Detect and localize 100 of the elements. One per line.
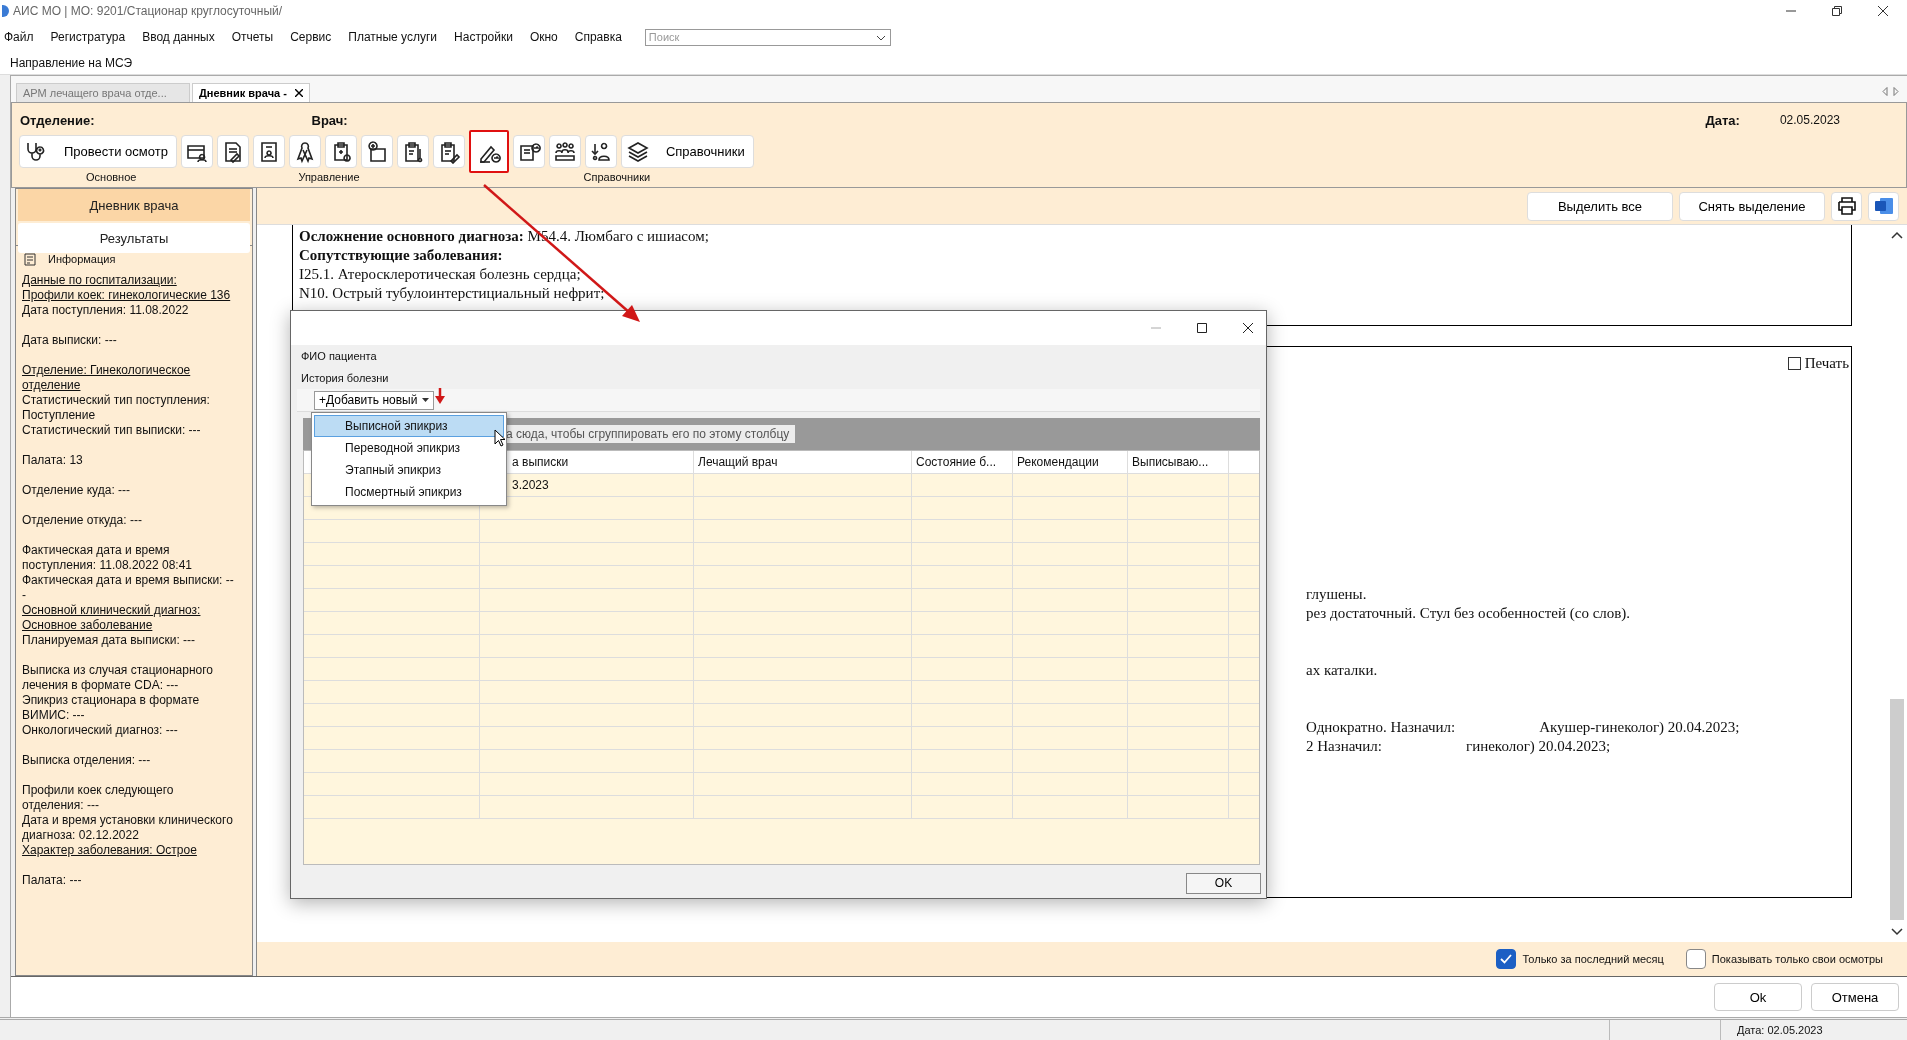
info-text: Дата выписки: --- xyxy=(22,333,118,348)
column-header[interactable]: Выписываю... xyxy=(1128,451,1229,473)
arrow xyxy=(435,388,445,404)
chevron-down-icon xyxy=(875,34,886,41)
referral-button[interactable]: Направление на МСЭ xyxy=(0,56,133,70)
info-text: Фактическая дата и время поступления: 11.08.2022 08:41 xyxy=(22,543,193,573)
column-header[interactable]: Лечащий врач xyxy=(694,451,912,473)
document-line: N10. Острый тубулоинтерстициальный нефрит; xyxy=(299,284,606,303)
tab[interactable]: Дневник врача - xyxy=(192,83,310,102)
note-icon xyxy=(24,253,38,266)
dialog-button[interactable]: Ok xyxy=(1714,983,1802,1011)
menu-item[interactable]: Настройки xyxy=(450,30,521,44)
document-text: глушены. xyxy=(1306,586,1367,602)
menu-item[interactable]: Окно xyxy=(525,30,566,44)
info-text: Дата и время установки клинического диагноза: 02.12.2022 xyxy=(22,813,234,843)
scroll-right-icon[interactable] xyxy=(1893,87,1899,96)
filter-label: Показывать только свои осмотры xyxy=(1711,953,1883,965)
action-button[interactable]: Снять выделение xyxy=(1679,191,1825,221)
table-cell: 3.2023 xyxy=(512,478,549,492)
info-text: Палата: 13 xyxy=(22,453,84,468)
info-text: Статистический тип выписки: --- xyxy=(22,423,202,438)
group-label: Управление xyxy=(298,171,360,183)
info-text: Онкологический диагноз: --- xyxy=(22,723,179,738)
sidebar-item[interactable]: Результаты xyxy=(18,223,250,253)
info-text: Статистический тип поступления: Поступление xyxy=(22,393,211,423)
scroll-left-icon[interactable] xyxy=(1882,87,1888,96)
info-text: Профили коек следующего отделения: --- xyxy=(22,783,175,813)
print-button[interactable] xyxy=(1831,191,1862,221)
document-text: Однократно. Назначил: xyxy=(1306,719,1456,735)
menu-item[interactable]: Файл xyxy=(0,30,42,44)
document-text: рез достаточный. Стул без особенностей (со слов). xyxy=(1306,605,1631,621)
info-text: Палата: --- xyxy=(22,873,83,888)
info-text: Эпикриз стационара в формате ВИМИС: --- xyxy=(22,693,201,723)
group-label: Справочники xyxy=(583,171,651,183)
document-text: 2 Назначил: xyxy=(1306,738,1382,754)
tab[interactable]: АРМ лечащего врача отде... xyxy=(16,83,190,102)
print-checkbox[interactable] xyxy=(1787,357,1801,370)
close-icon[interactable] xyxy=(1242,322,1254,334)
info-title: Информация xyxy=(48,252,116,267)
menu-option[interactable]: Посмертный эпикриз xyxy=(314,481,504,503)
menu-item[interactable]: Справка xyxy=(570,30,630,44)
ok-button[interactable]: OK xyxy=(1186,872,1261,894)
info-text: Дата поступления: 11.08.2022 xyxy=(22,303,190,318)
window-title: АИС МО | МО: 9201/Стационар круглосуточный/ xyxy=(13,4,283,18)
info-link[interactable]: Данные по госпитализации: xyxy=(22,273,234,288)
info-text: Планируемая дата выписки: --- xyxy=(22,633,197,648)
people-icon xyxy=(552,139,577,164)
menu-item[interactable]: Ввод данных xyxy=(138,30,223,44)
menu-option[interactable]: Выписной эпикриз xyxy=(314,415,504,437)
column-header[interactable]: Состояние б... xyxy=(912,451,1013,473)
patient-label: ФИО пациента xyxy=(301,350,377,362)
exam-button[interactable]: Провести осмотр xyxy=(19,135,177,168)
status-date: Дата: 02.05.2023 xyxy=(1720,1020,1907,1040)
scroll-thumb[interactable] xyxy=(1890,699,1904,920)
check-icon xyxy=(1500,954,1513,964)
close-icon[interactable] xyxy=(294,89,303,97)
menu-item[interactable]: Отчеты xyxy=(227,30,282,44)
maximize-icon[interactable] xyxy=(1196,322,1208,334)
document-text: Акушер-гинеколог) 20.04.2023; xyxy=(1539,719,1740,735)
reference-button[interactable]: Справочники xyxy=(620,135,754,168)
document-text: гинеколог) 20.04.2023; xyxy=(1466,738,1611,754)
department-label: Отделение: xyxy=(20,112,95,128)
toolbar-button[interactable] xyxy=(468,130,509,173)
info-link[interactable]: Профили коек: гинекологические 136 xyxy=(22,288,234,303)
search-field[interactable]: Поиск xyxy=(644,28,891,46)
menu-item[interactable]: Регистратура xyxy=(46,30,134,44)
export-button[interactable] xyxy=(1868,191,1899,221)
date-value: 02.05.2023 xyxy=(1779,113,1840,127)
menu-item[interactable]: Сервис xyxy=(286,30,340,44)
info-link[interactable]: Характер заболевания: Острое xyxy=(22,843,234,858)
history-label: История болезни xyxy=(301,372,389,384)
info-text: Выписка из случая стационарного лечения в формате CDA: --- xyxy=(22,663,214,693)
column-header[interactable]: Рекомендации xyxy=(1013,451,1128,473)
document-export-icon xyxy=(1873,197,1894,215)
document-text: ах каталки. xyxy=(1306,662,1378,678)
close-icon[interactable] xyxy=(1877,5,1889,17)
info-link[interactable]: Основной клинический диагноз: Основное заболевание xyxy=(22,603,234,633)
print-label: Печать xyxy=(1804,355,1849,372)
info-text: Выписка отделения: --- xyxy=(22,753,152,768)
doctor-label: Врач: xyxy=(311,112,348,128)
filter-label: Только за последний месяц xyxy=(1522,953,1664,965)
date-label: Дата: xyxy=(1705,112,1740,128)
info-text: Фактическая дата и время выписки: --- xyxy=(22,573,234,603)
scroll-down-icon[interactable] xyxy=(1891,928,1903,936)
info-link[interactable]: Отделение: Гинекологическое отделение xyxy=(22,363,234,393)
add-new-button[interactable]: +Добавить новый xyxy=(314,390,435,410)
filter-checkbox[interactable] xyxy=(1685,949,1706,969)
info-text: Отделение куда: --- xyxy=(22,483,132,498)
menu-item[interactable]: Платные услуги xyxy=(344,30,446,44)
caret-icon xyxy=(422,398,430,402)
scroll-up-icon[interactable] xyxy=(1891,231,1903,239)
filter-checkbox[interactable] xyxy=(1496,949,1517,969)
sidebar-item[interactable]: Дневник врача xyxy=(18,189,250,221)
group-label: Основное xyxy=(86,171,137,183)
document-line: I25.1. Атеросклеротическая болезнь сердца; xyxy=(299,265,582,284)
dialog-button[interactable]: Отмена xyxy=(1811,983,1899,1011)
restore-icon[interactable] xyxy=(1831,5,1843,17)
document-line: Сопутствующие заболевания: xyxy=(299,246,504,265)
info-text: Отделение откуда: --- xyxy=(22,513,143,528)
action-button[interactable]: Выделить все xyxy=(1527,191,1673,221)
